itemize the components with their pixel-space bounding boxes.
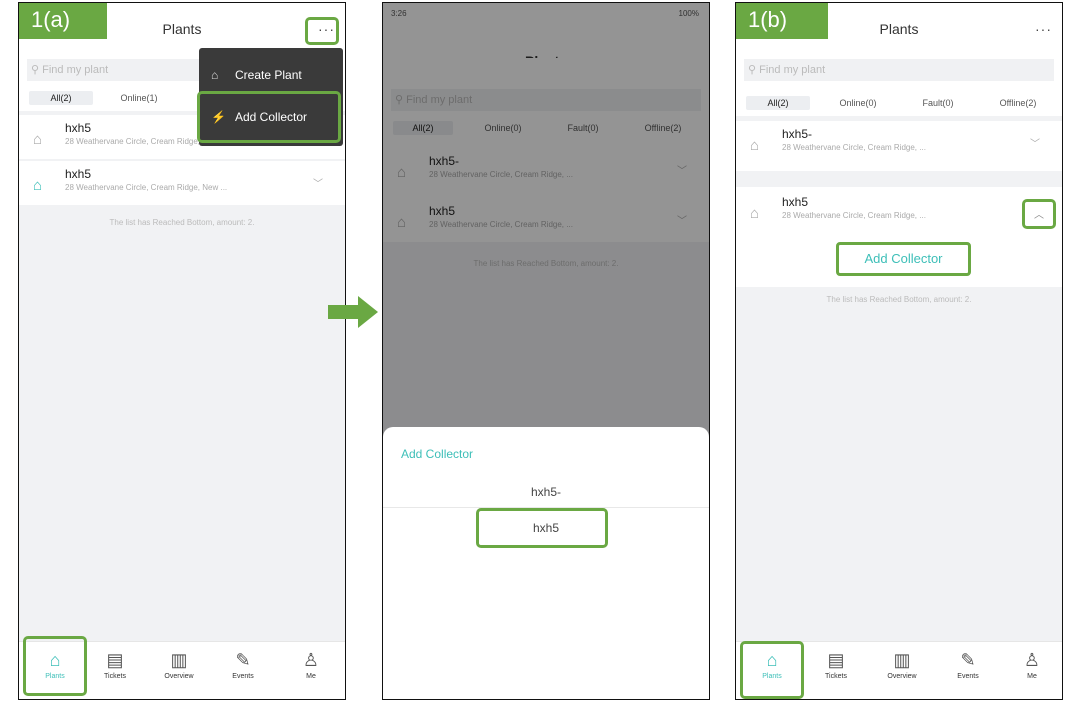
plant-address: 28 Weathervane Circle, Cream Ridge, ... bbox=[782, 211, 926, 220]
list-end-text: The list has Reached Bottom, amount: 2. bbox=[826, 295, 972, 304]
plant-name: hxh5 bbox=[65, 167, 92, 181]
list-item[interactable]: ⌂ hxh5 28 Weathervane Circle, Cream Ridg… bbox=[19, 161, 345, 205]
tab-online[interactable]: Online(1) bbox=[109, 91, 169, 105]
tab-overview[interactable]: ▥ Overview bbox=[874, 650, 930, 680]
bar-chart-icon: ▥ bbox=[893, 650, 911, 670]
tab-me[interactable]: ♙ Me bbox=[283, 650, 339, 680]
search-input[interactable]: ⚲ Find my plant bbox=[744, 59, 1054, 81]
tab-all[interactable]: All(2) bbox=[746, 96, 810, 110]
bottom-sheet: Add Collector hxh5- hxh5 bbox=[383, 427, 709, 699]
more-button[interactable]: ··· bbox=[1035, 21, 1052, 37]
tab-events[interactable]: ✎ Events bbox=[940, 650, 996, 680]
highlight-plants-tab bbox=[23, 636, 87, 696]
list-item[interactable]: ⌂ hxh5 28 Weathervane Circle, Cream Ridg… bbox=[736, 189, 1062, 235]
user-icon: ♙ bbox=[1023, 650, 1041, 670]
tab-me[interactable]: ♙ Me bbox=[1004, 650, 1060, 680]
plant-name: hxh5 bbox=[782, 195, 809, 209]
ticket-icon: ▤ bbox=[827, 650, 845, 670]
tab-overview[interactable]: ▥ Overview bbox=[151, 650, 207, 680]
house-icon: ⌂ bbox=[750, 137, 760, 154]
plant-name: hxh5- bbox=[782, 127, 813, 141]
menu-item-create-plant[interactable]: ⌂ Create Plant bbox=[211, 68, 302, 82]
plant-name: hxh5 bbox=[65, 121, 92, 135]
chevron-up-icon[interactable]: ︿ bbox=[1034, 206, 1044, 221]
user-icon: ♙ bbox=[302, 650, 320, 670]
plant-address: 28 Weathervane Circle, Cream Ridge, New … bbox=[65, 183, 228, 192]
step-label: 1(a) bbox=[19, 3, 107, 39]
ticket-icon: ▤ bbox=[106, 650, 124, 670]
arrow-right-icon bbox=[328, 296, 378, 328]
screen-2: 3:26 100% Plants ··· ⚲ Find my plant All… bbox=[382, 2, 710, 700]
tab-online[interactable]: Online(0) bbox=[826, 96, 890, 110]
search-icon: ⚲ bbox=[748, 64, 760, 76]
bar-chart-icon: ▥ bbox=[170, 650, 188, 670]
wrench-icon: ✎ bbox=[960, 650, 976, 670]
tab-all[interactable]: All(2) bbox=[29, 91, 93, 105]
house-icon: ⌂ bbox=[211, 68, 219, 82]
house-icon: ⌂ bbox=[33, 131, 43, 148]
highlight-more bbox=[305, 17, 339, 45]
list-item[interactable]: ⌂ hxh5- 28 Weathervane Circle, Cream Rid… bbox=[736, 121, 1062, 171]
house-icon: ⌂ bbox=[750, 205, 760, 222]
chevron-down-icon[interactable]: ﹀ bbox=[1030, 135, 1040, 150]
screen-1b: Plants ··· ⚲ Find my plant All(2) Online… bbox=[735, 2, 1063, 700]
tab-fault[interactable]: Fault(0) bbox=[906, 96, 970, 110]
search-icon: ⚲ bbox=[31, 64, 43, 76]
step-label: 1(b) bbox=[736, 3, 828, 39]
tab-events[interactable]: ✎ Events bbox=[215, 650, 271, 680]
house-icon: ⌂ bbox=[33, 177, 43, 194]
screen-1a: Plants ··· ⚲ Find my plant All(2) Online… bbox=[18, 2, 346, 700]
tab-offline[interactable]: Offline(2) bbox=[986, 96, 1050, 110]
list-end-text: The list has Reached Bottom, amount: 2. bbox=[109, 218, 255, 227]
sheet-title: Add Collector bbox=[401, 447, 474, 461]
highlight-plants-tab bbox=[740, 641, 804, 699]
chevron-down-icon[interactable]: ﹀ bbox=[313, 175, 323, 190]
highlight-option bbox=[476, 508, 608, 548]
highlight-add-collector bbox=[197, 91, 341, 143]
tab-tickets[interactable]: ▤ Tickets bbox=[808, 650, 864, 680]
tab-tickets[interactable]: ▤ Tickets bbox=[87, 650, 143, 680]
sheet-option[interactable]: hxh5- bbox=[383, 485, 709, 499]
wrench-icon: ✎ bbox=[235, 650, 251, 670]
filter-tabs: All(2) Online(0) Fault(0) Offline(2) bbox=[736, 88, 1062, 116]
add-collector-button[interactable]: Add Collector bbox=[836, 242, 971, 276]
plant-address: 28 Weathervane Circle, Cream Ridge, ... bbox=[782, 143, 926, 152]
